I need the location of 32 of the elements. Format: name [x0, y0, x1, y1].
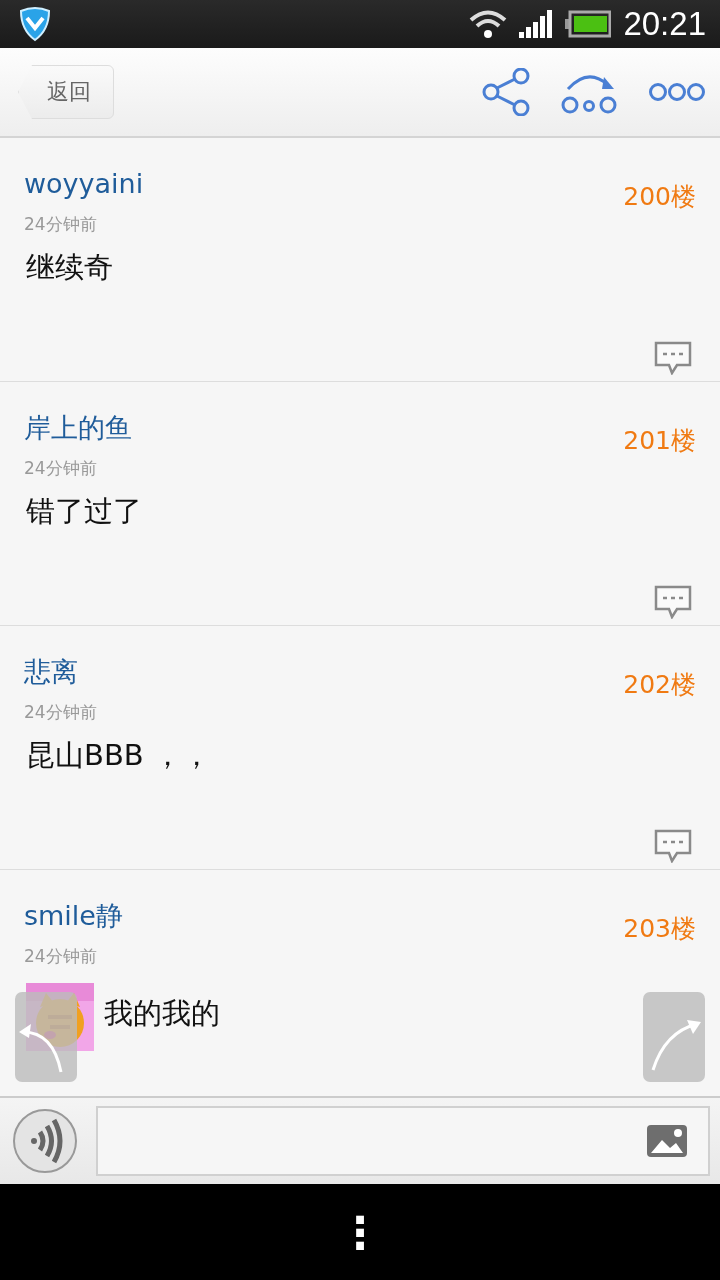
signal-icon — [519, 10, 554, 38]
post-time: 24分钟前 — [24, 945, 98, 967]
author-name[interactable]: smile静 — [24, 896, 123, 936]
floor-number: 203楼 — [623, 913, 696, 945]
author-name[interactable]: 岸上的鱼 — [24, 408, 132, 448]
menu-button[interactable]: ⋮ — [328, 1206, 392, 1258]
comment-icon[interactable] — [654, 585, 692, 619]
post-text: 我的我的 — [104, 995, 220, 1032]
floor-number: 201楼 — [623, 425, 696, 457]
post-text: 错了过了 — [26, 493, 142, 530]
previous-page-icon[interactable] — [15, 992, 77, 1082]
shield-icon — [18, 6, 52, 42]
post-text: 继续奇 — [26, 249, 113, 286]
comment-icon[interactable] — [654, 829, 692, 863]
voice-icon[interactable] — [12, 1108, 78, 1174]
reply-input-field[interactable] — [96, 1106, 710, 1176]
wifi-icon — [469, 9, 508, 39]
post-text: 昆山BBB ，， — [26, 737, 211, 774]
more-icon[interactable] — [648, 82, 706, 102]
battery-icon — [565, 10, 612, 38]
floor-number: 202楼 — [623, 669, 696, 701]
back-button[interactable]: 返回 — [18, 65, 114, 119]
post-time: 24分钟前 — [24, 213, 98, 235]
post-time: 24分钟前 — [24, 457, 98, 479]
author-name[interactable]: 悲离 — [24, 652, 78, 692]
image-icon[interactable] — [646, 1124, 688, 1158]
clock-time: 20:21 — [623, 5, 706, 43]
share-icon[interactable] — [482, 68, 530, 116]
comment-icon[interactable] — [654, 341, 692, 375]
floor-number: 200楼 — [623, 181, 696, 213]
author-name[interactable]: woyyaini — [24, 164, 144, 204]
post-time: 24分钟前 — [24, 701, 98, 723]
